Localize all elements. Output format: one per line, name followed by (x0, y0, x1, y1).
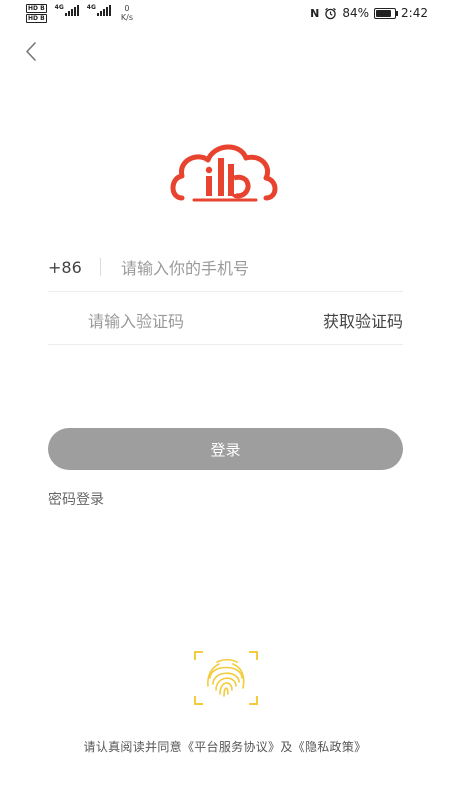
get-code-button[interactable]: 获取验证码 (323, 308, 403, 332)
country-code[interactable]: +86 (48, 258, 100, 277)
agreement-prefix: 请认真阅读并同意 (83, 740, 182, 754)
network-speed: 0 K/s (121, 4, 133, 22)
phone-input-row[interactable]: +86 请输入你的手机号 (48, 243, 403, 292)
status-right: N 84% 2:42 (310, 6, 428, 20)
status-left: HD B HD B 4G 4G 0 K/s (26, 4, 133, 23)
hd-badge-text-1: HD B (26, 4, 47, 13)
password-login-link[interactable]: 密码登录 (48, 489, 104, 509)
back-chevron-icon (26, 42, 36, 61)
signal-icon (64, 4, 79, 16)
app-logo (170, 144, 278, 202)
platform-agreement-link[interactable]: 《平台服务协议》 (182, 740, 280, 754)
divider (100, 258, 101, 276)
battery-icon (374, 7, 399, 19)
battery-fill (376, 9, 392, 17)
hd-badge-1: HD B (26, 4, 47, 13)
privacy-policy-link[interactable]: 《隐私政策》 (293, 740, 367, 754)
speed-value: 0 (124, 4, 130, 13)
nfc-icon: N (310, 6, 320, 20)
network-badges: HD B HD B (26, 4, 47, 23)
battery-percent: 84% (342, 6, 370, 20)
status-bar: HD B HD B 4G 4G 0 K/s N 84% 2:42 (0, 0, 450, 28)
code-input-row[interactable]: 请输入验证码 获取验证码 (48, 296, 403, 345)
signal-1-label: 4G (54, 4, 64, 11)
hd-badge-text-2: HD B (26, 14, 47, 23)
back-button[interactable] (18, 38, 48, 66)
signal-icon (96, 4, 111, 16)
alarm-icon (325, 7, 337, 19)
clock: 2:42 (401, 6, 428, 20)
speed-unit: K/s (120, 13, 133, 22)
agreement-conjunction: 及 (280, 740, 293, 754)
login-button[interactable]: 登录 (48, 428, 403, 470)
signal-2: 4G (87, 4, 111, 16)
signal-1: 4G (55, 4, 79, 16)
agreement-text: 请认真阅读并同意《平台服务协议》及《隐私政策》 (0, 738, 450, 755)
signal-2-label: 4G (86, 4, 96, 11)
fingerprint-icon[interactable] (193, 650, 259, 706)
hd-badge-2: HD B (26, 14, 47, 23)
phone-input[interactable]: 请输入你的手机号 (121, 255, 249, 279)
code-input[interactable]: 请输入验证码 (88, 308, 184, 332)
